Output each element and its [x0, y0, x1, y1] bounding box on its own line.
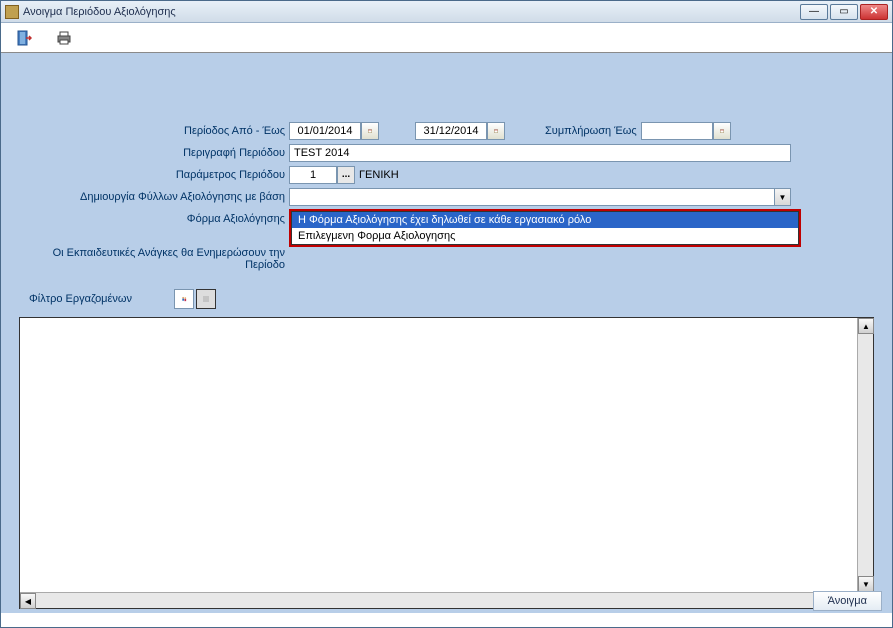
- scroll-down-button[interactable]: ▼: [858, 576, 874, 592]
- minimize-button[interactable]: —: [800, 4, 828, 20]
- scroll-up-button[interactable]: ▲: [858, 318, 874, 334]
- dropdown-option-role-form[interactable]: Η Φόρμα Αξιολόγησης έχει δηλωθεί σε κάθε…: [292, 212, 798, 228]
- fill-until-input[interactable]: [641, 122, 713, 140]
- dropdown-option-selected-form[interactable]: Επιλεγμενη Φορμα Αξιολογησης: [292, 228, 798, 244]
- toolbar: [1, 23, 892, 53]
- edu-needs-label: Οι Εκπαιδευτικές Ανάγκες θα Ενημερώσουν …: [11, 247, 289, 271]
- param-text: ΓΕΝΙΚΗ: [359, 169, 399, 181]
- grid-dots-icon: [203, 293, 209, 305]
- people-icon: [181, 292, 187, 306]
- date-from-input[interactable]: [289, 122, 361, 140]
- maximize-button[interactable]: ▭: [830, 4, 858, 20]
- calendar-icon: [494, 125, 498, 137]
- scroll-left-button[interactable]: ◀: [20, 593, 36, 609]
- employee-filter-label: Φίλτρο Εργαζομένων: [29, 293, 132, 305]
- eval-form-label: Φόρμα Αξιολόγησης: [11, 209, 289, 225]
- printer-icon: [56, 30, 72, 46]
- eval-form-dropdown[interactable]: Η Φόρμα Αξιολόγησης έχει δηλωθεί σε κάθε…: [289, 209, 801, 247]
- calendar-icon: [368, 125, 372, 137]
- param-value-input[interactable]: [289, 166, 337, 184]
- form-area: Περίοδος Από - Έως Συμπλήρωση Έως: [1, 53, 892, 609]
- date-to-picker-button[interactable]: [487, 122, 505, 140]
- employee-filter-grid-button[interactable]: [196, 289, 216, 309]
- description-label: Περιγραφή Περιόδου: [11, 147, 289, 159]
- window-title: Ανοιγμα Περιόδου Αξιολόγησης: [23, 6, 800, 18]
- chevron-down-icon[interactable]: ▼: [774, 189, 790, 205]
- app-icon: [5, 5, 19, 19]
- close-button[interactable]: ✕: [860, 4, 888, 20]
- dropdown-list: Η Φόρμα Αξιολόγησης έχει δηλωθεί σε κάθε…: [291, 211, 799, 245]
- period-label: Περίοδος Από - Έως: [11, 125, 289, 137]
- fill-until-picker-button[interactable]: [713, 122, 731, 140]
- dropdown-highlight: Η Φόρμα Αξιολόγησης έχει δηλωθεί σε κάθε…: [289, 209, 801, 247]
- app-window: Ανοιγμα Περιόδου Αξιολόγησης — ▭ ✕: [0, 0, 893, 628]
- calendar-icon: [720, 125, 724, 137]
- description-input[interactable]: [289, 144, 791, 162]
- param-label: Παράμετρος Περιόδου: [11, 169, 289, 181]
- footer-actions: Άνοιγμα: [813, 591, 882, 611]
- vertical-scrollbar[interactable]: ▲ ▼: [857, 318, 873, 592]
- exit-button[interactable]: [13, 27, 35, 49]
- open-button[interactable]: Άνοιγμα: [813, 591, 882, 611]
- door-exit-icon: [16, 30, 32, 46]
- date-from-picker-button[interactable]: [361, 122, 379, 140]
- print-button[interactable]: [53, 27, 75, 49]
- employee-grid[interactable]: ▲ ▼ ◀ ▶: [19, 317, 874, 609]
- employee-filter-people-button[interactable]: [174, 289, 194, 309]
- sheets-basis-combo[interactable]: ▼: [289, 188, 791, 206]
- param-lookup-button[interactable]: ...: [337, 166, 355, 184]
- sheets-basis-label: Δημιουργία Φύλλων Αξιολόγησης με βάση: [11, 191, 289, 203]
- horizontal-scrollbar[interactable]: ◀ ▶: [20, 592, 857, 608]
- date-to-input[interactable]: [415, 122, 487, 140]
- content-area: Περίοδος Από - Έως Συμπλήρωση Έως: [1, 53, 892, 613]
- fill-until-label: Συμπλήρωση Έως: [545, 125, 637, 137]
- title-bar: Ανοιγμα Περιόδου Αξιολόγησης — ▭ ✕: [1, 1, 892, 23]
